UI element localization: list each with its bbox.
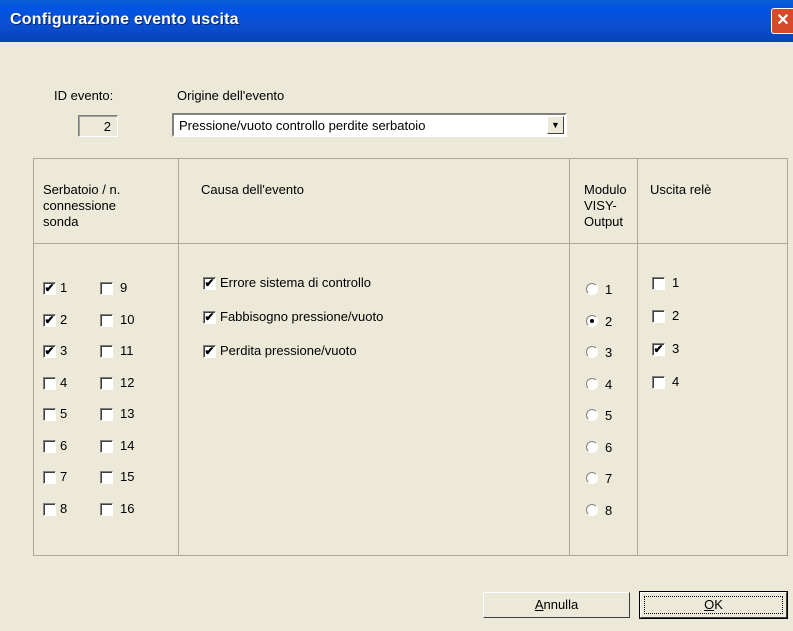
tank-checkbox[interactable] — [100, 282, 113, 295]
event-config-panel — [33, 158, 788, 556]
relay-label: 4 — [672, 374, 680, 389]
module-label: 6 — [605, 440, 613, 455]
window-title: Configurazione evento uscita — [10, 11, 239, 28]
tank-checkbox[interactable] — [100, 408, 113, 421]
module-label: 3 — [605, 345, 613, 360]
header-module-line3: Output — [584, 214, 624, 229]
cancel-button[interactable]: Annulla — [483, 592, 630, 618]
relay-checkbox[interactable] — [652, 310, 665, 323]
tank-label: 13 — [120, 406, 135, 421]
tank-checkbox[interactable] — [43, 440, 56, 453]
tank-label: 6 — [60, 438, 68, 453]
module-radio[interactable] — [586, 409, 598, 421]
tank-label: 2 — [60, 312, 68, 327]
tank-checkbox[interactable] — [43, 503, 56, 516]
divider — [33, 243, 788, 244]
module-radio[interactable] — [586, 283, 598, 295]
module-label: 2 — [605, 314, 613, 329]
tank-checkbox[interactable] — [100, 345, 113, 358]
tank-checkbox[interactable] — [100, 503, 113, 516]
tank-label: 11 — [120, 343, 134, 358]
origin-select[interactable]: Pressione/vuoto controllo perdite serbat… — [172, 113, 567, 137]
tank-label: 16 — [120, 501, 135, 516]
radio-selected-dot — [590, 319, 594, 323]
cause-checkbox[interactable]: ✔ — [203, 277, 216, 290]
tank-label: 14 — [120, 438, 135, 453]
tank-label: 1 — [60, 280, 68, 295]
header-tank-line1: Serbatoio / n. — [43, 182, 121, 197]
relay-checkbox[interactable]: ✔ — [652, 343, 665, 356]
relay-label: 2 — [672, 308, 680, 323]
relay-checkbox[interactable] — [652, 277, 665, 290]
tank-label: 8 — [60, 501, 68, 516]
tank-label: 10 — [120, 312, 135, 327]
tank-label: 4 — [60, 375, 68, 390]
id-event-label: ID evento: — [54, 88, 114, 103]
module-radio[interactable] — [586, 441, 598, 453]
module-label: 7 — [605, 471, 613, 486]
focus-ring — [644, 596, 783, 614]
title-bar[interactable]: Configurazione evento uscita ✕ — [0, 0, 793, 42]
tank-label: 9 — [120, 280, 128, 295]
cause-label: Errore sistema di controllo — [220, 275, 371, 290]
header-module-line2: VISY- — [584, 198, 617, 213]
header-cause: Causa dell'evento — [201, 182, 304, 197]
tank-checkbox[interactable] — [100, 314, 113, 327]
tank-checkbox[interactable]: ✔ — [43, 314, 56, 327]
cancel-button-label: nnulla — [543, 597, 579, 612]
cause-checkbox[interactable]: ✔ — [203, 311, 216, 324]
close-icon: ✕ — [776, 12, 790, 29]
tank-checkbox[interactable] — [43, 377, 56, 390]
tank-checkbox[interactable] — [100, 440, 113, 453]
module-radio[interactable] — [586, 315, 598, 327]
header-tank-line3: sonda — [43, 214, 79, 229]
tank-label: 5 — [60, 406, 68, 421]
origin-label: Origine dell'evento — [177, 88, 285, 103]
divider — [637, 158, 638, 556]
tank-label: 7 — [60, 469, 68, 484]
relay-label: 1 — [672, 275, 680, 290]
tank-label: 15 — [120, 469, 135, 484]
divider — [569, 158, 570, 556]
relay-checkbox[interactable] — [652, 376, 665, 389]
module-label: 5 — [605, 408, 613, 423]
ok-button[interactable]: OK — [639, 591, 788, 619]
id-event-value: 2 — [78, 115, 118, 137]
tank-label: 12 — [120, 375, 135, 390]
header-module-line1: Modulo — [584, 182, 627, 197]
module-label: 8 — [605, 503, 613, 518]
close-button[interactable]: ✕ — [771, 8, 793, 34]
tank-checkbox[interactable] — [43, 471, 56, 484]
module-label: 4 — [605, 377, 613, 392]
origin-selected-value: Pressione/vuoto controllo perdite serbat… — [179, 118, 426, 133]
tank-checkbox[interactable] — [100, 377, 113, 390]
header-tank-line2: connessione — [43, 198, 116, 213]
header-relay: Uscita relè — [650, 182, 712, 197]
module-radio[interactable] — [586, 346, 598, 358]
module-radio[interactable] — [586, 472, 598, 484]
tank-checkbox[interactable] — [43, 408, 56, 421]
divider — [178, 158, 179, 556]
module-label: 1 — [605, 282, 613, 297]
tank-checkbox[interactable]: ✔ — [43, 345, 56, 358]
tank-label: 3 — [60, 343, 68, 358]
relay-label: 3 — [672, 341, 680, 356]
cause-label: Fabbisogno pressione/vuoto — [220, 309, 384, 324]
dropdown-arrow-icon[interactable]: ▼ — [547, 116, 564, 134]
dialog-window: Configurazione evento uscita ✕ ID evento… — [0, 0, 793, 631]
cause-label: Perdita pressione/vuoto — [220, 343, 357, 358]
tank-checkbox[interactable]: ✔ — [43, 282, 56, 295]
module-radio[interactable] — [586, 504, 598, 516]
tank-checkbox[interactable] — [100, 471, 113, 484]
module-radio[interactable] — [586, 378, 598, 390]
cause-checkbox[interactable]: ✔ — [203, 345, 216, 358]
